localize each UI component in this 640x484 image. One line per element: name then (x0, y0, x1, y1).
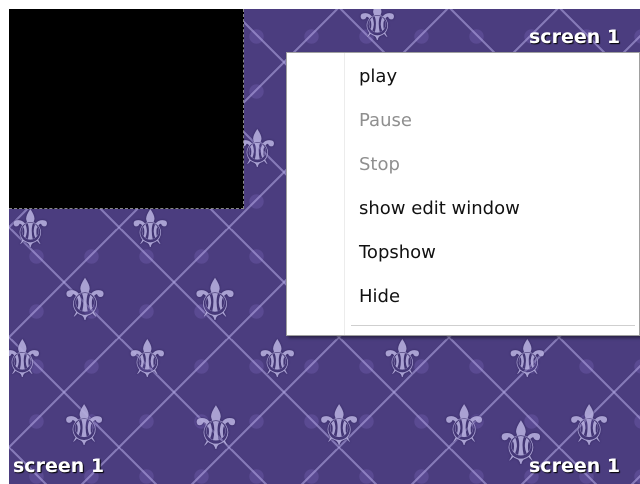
fleur-de-lis-icon: ⚜ (189, 394, 243, 464)
fleur-de-lis-icon: ⚜ (504, 330, 551, 390)
menu-separator (351, 325, 635, 326)
menu-item-show-edit-window[interactable]: show edit window (359, 192, 520, 226)
menu-item-pause[interactable]: Pause (359, 104, 412, 138)
menu-icon-gutter (287, 53, 345, 335)
fleur-de-lis-icon: ⚜ (127, 200, 174, 260)
context-menu: play Pause Stop show edit window Topshow… (286, 52, 640, 336)
fleur-de-lis-icon: ⚜ (124, 330, 171, 390)
fleur-de-lis-icon: ⚜ (564, 394, 615, 459)
menu-item-play[interactable]: play (359, 60, 397, 94)
screen-label-bottom-right: screen 1 (529, 455, 621, 477)
fleur-de-lis-icon: ⚜ (189, 266, 241, 334)
menu-item-stop[interactable]: Stop (359, 148, 400, 182)
fleur-de-lis-icon: ⚜ (439, 394, 490, 459)
fleur-de-lis-icon: ⚜ (254, 330, 301, 390)
fleur-de-lis-icon: ⚜ (9, 200, 54, 260)
fleur-de-lis-icon: ⚜ (9, 330, 46, 390)
fleur-de-lis-icon: ⚜ (354, 9, 401, 53)
video-display-area[interactable] (9, 9, 244, 209)
menu-item-hide[interactable]: Hide (359, 280, 400, 314)
fleur-de-lis-icon: ⚜ (314, 394, 365, 459)
fleur-de-lis-icon: ⚜ (59, 394, 110, 459)
screen-label-top-right: screen 1 (529, 26, 621, 48)
fleur-de-lis-icon: ⚜ (59, 266, 111, 334)
fleur-de-lis-icon: ⚜ (379, 330, 426, 390)
menu-item-topshow[interactable]: Topshow (359, 236, 436, 270)
screen-label-bottom-left: screen 1 (13, 455, 105, 477)
